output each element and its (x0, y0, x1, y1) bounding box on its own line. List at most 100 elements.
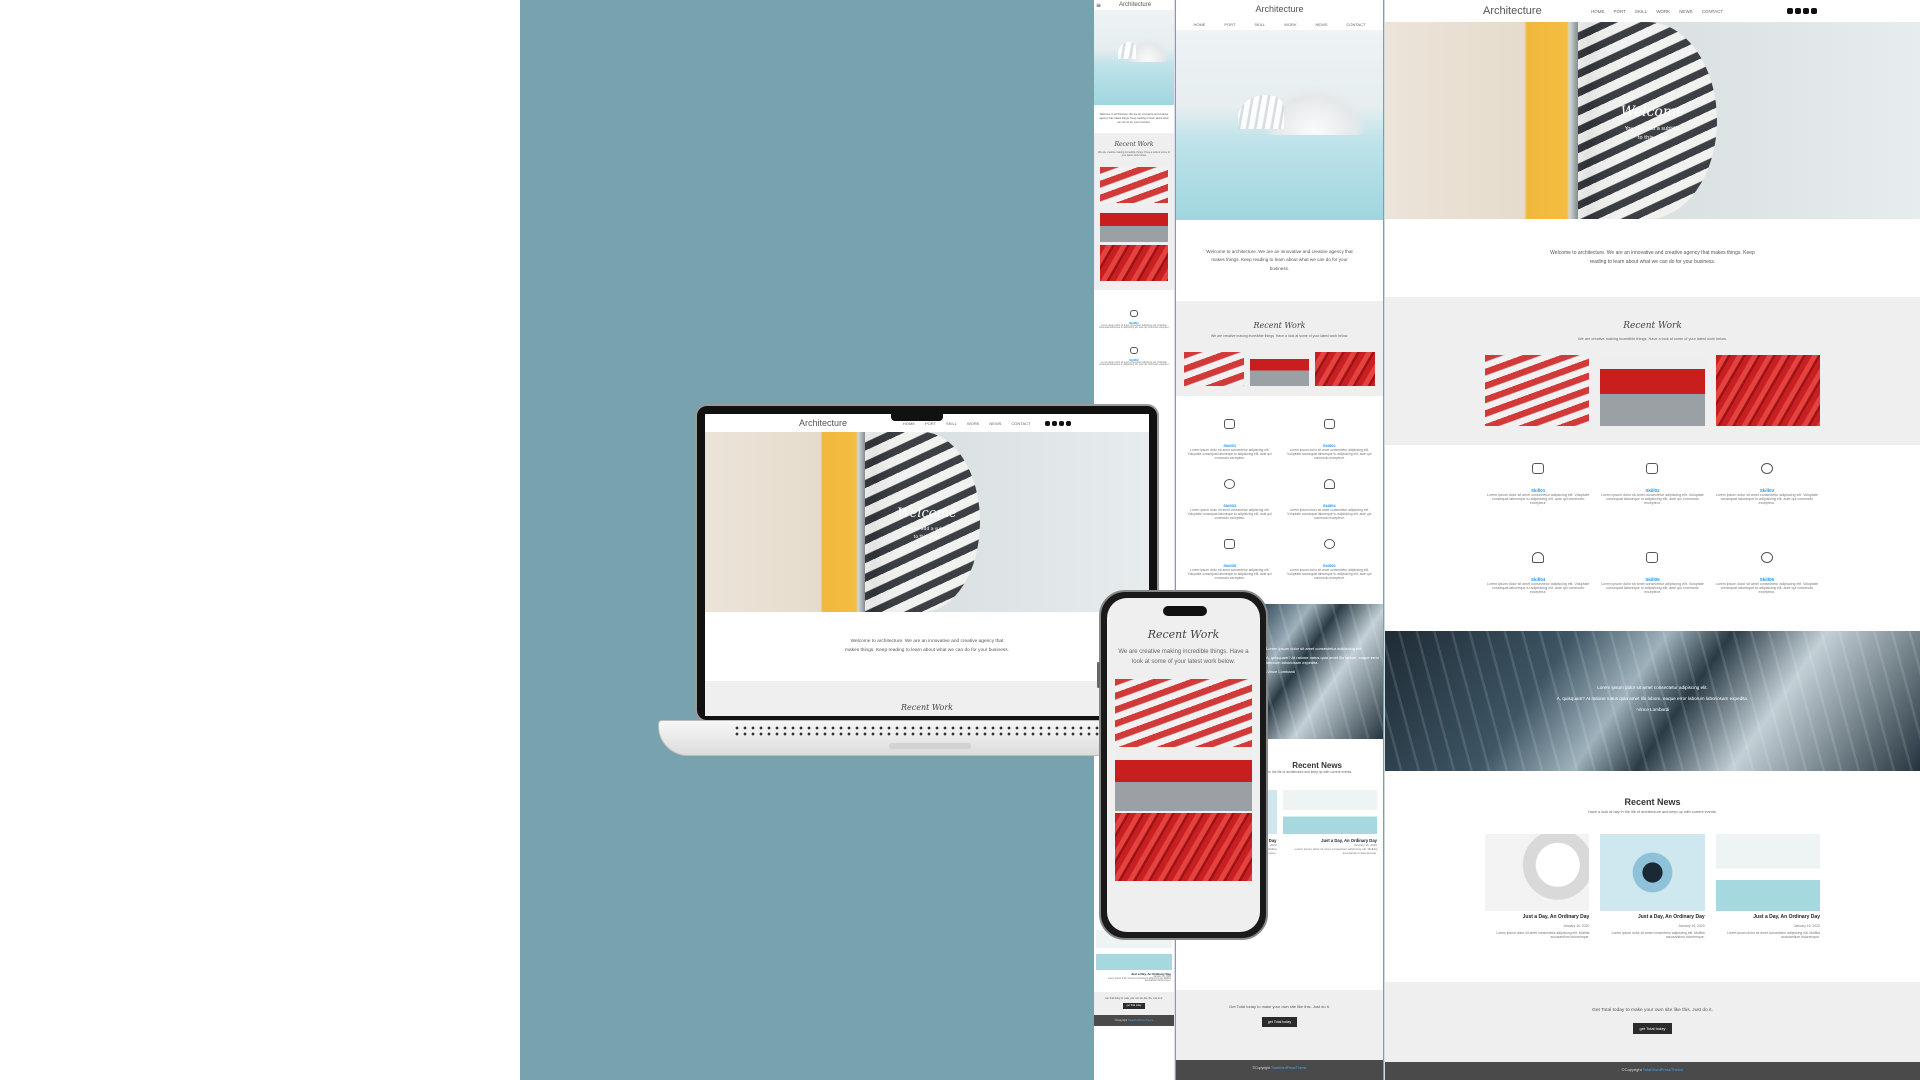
work-thumbnail[interactable] (1100, 205, 1168, 242)
news-date: January 16, 2020 (1563, 924, 1590, 928)
quote-line-2: A, quisquam? At ratione natus quia amet … (1266, 654, 1380, 665)
news-thumbnail[interactable] (1600, 834, 1705, 911)
nav-contact[interactable]: CONTACT (1011, 421, 1030, 426)
skill-item: Skill06 Lorem ipsum dolor sit amet consec… (1714, 548, 1820, 617)
welcome-text: Welcome to architecture. We are an innov… (1550, 250, 1755, 265)
cta-text: Get Total today to make your own site li… (1592, 1008, 1713, 1013)
recent-work-subtitle: We are creative making incredible things… (1098, 150, 1170, 157)
recent-work-subtitle: We are creative making incredible things… (1578, 337, 1727, 341)
work-thumbnail[interactable] (1715, 355, 1820, 426)
cta-button[interactable]: get Total today (1632, 1023, 1673, 1034)
nav-port[interactable]: PORT (1224, 22, 1235, 27)
news-excerpt: Lorem ipsum dolor sit amet consectetur a… (1726, 931, 1820, 939)
social-links (1045, 420, 1071, 426)
skill-description: Lorem ipsum dolor sit amet consectetur a… (1715, 493, 1819, 505)
work-thumbnail[interactable] (1249, 351, 1310, 386)
facebook-icon[interactable] (1795, 8, 1801, 14)
nav-news[interactable]: NEWS (1316, 22, 1328, 27)
hero-subtitle-2: to this page (1637, 135, 1668, 141)
skill-item: Skill03 Lorem ipsum dolor sit amet consec… (1714, 459, 1820, 528)
footer: ©Copyright TotalWordPressTheme (1385, 1062, 1920, 1080)
nav-work[interactable]: WORK (1656, 9, 1670, 14)
brand-logo[interactable]: Architecture (1119, 2, 1151, 8)
brand-logo[interactable]: Architecture (1255, 4, 1303, 14)
news-thumbnail[interactable] (1282, 789, 1377, 834)
recent-news-title: Recent News (1624, 797, 1681, 807)
twitter-icon[interactable] (1045, 420, 1050, 426)
recent-work-title: Recent Work (1147, 628, 1220, 641)
hero-subtitle: You can add a subtitle (1624, 126, 1681, 132)
work-thumbnail[interactable] (1115, 679, 1252, 748)
nav-contact[interactable]: CONTACT (1702, 9, 1723, 14)
nav-work[interactable]: WORK (967, 421, 979, 426)
news-thumbnail[interactable] (1485, 834, 1590, 911)
nav-contact[interactable]: CONTACT (1346, 22, 1365, 27)
skill-description: Lorem ipsum dolor sit amet consectetur a… (1098, 324, 1170, 329)
work-thumbnail[interactable] (1100, 166, 1168, 203)
nav-skill[interactable]: SKILL (946, 421, 957, 426)
youtube-icon[interactable] (1811, 8, 1817, 14)
footer-copyright: ©Copyright (1114, 1019, 1128, 1022)
footer: ©Copyright TotalWordPressTheme (1176, 1060, 1383, 1080)
skill-item: Skill01 Lorem ipsum dolor sit amet consec… (1485, 459, 1591, 528)
skill-item: Skill05 Lorem ipsum dolor sit amet consec… (1599, 548, 1705, 617)
quote-section: Lorem ipsum dolor sit amet consectetur a… (1385, 631, 1920, 771)
brand-logo[interactable]: Architecture (799, 418, 897, 428)
news-thumbnail[interactable] (1715, 834, 1820, 911)
news-title[interactable]: Just a Day, An Ordinary Day (1485, 914, 1590, 920)
footer-link[interactable]: TotalWordPressTheme (1271, 1066, 1307, 1070)
skill-description: Lorem ipsum dolor sit amet consectetur a… (1287, 507, 1372, 520)
news-title[interactable]: Just a Day, An Ordinary Day (1716, 914, 1820, 920)
skill-item: Skill01 Lorem ipsum dolor sit amet conse… (1097, 302, 1171, 329)
nav-port[interactable]: PORT (925, 421, 936, 426)
recent-work-title: Recent Work (900, 703, 954, 713)
work-thumbnail[interactable] (1115, 747, 1252, 812)
cta-button[interactable]: get Total today (1122, 1003, 1146, 1009)
footer-link[interactable]: TotalWordPressTheme (1643, 1067, 1684, 1072)
instagram-icon[interactable] (1059, 420, 1064, 426)
sliders-icon (1323, 418, 1335, 429)
work-thumbnail[interactable] (1485, 355, 1590, 426)
recent-work-subtitle: We are creative making incredible things… (1210, 333, 1349, 338)
nav-home[interactable]: HOME (903, 421, 915, 426)
skill-item: Skill02 Lorem ipsum dolor sit amet consec… (1599, 459, 1705, 528)
skill-description: Lorem ipsum dolor sit amet consectetur a… (1486, 493, 1590, 505)
nav-work[interactable]: WORK (1284, 22, 1296, 27)
headphones-icon (1532, 552, 1545, 563)
skill-description: Lorem ipsum dolor sit amet consectetur a… (1486, 582, 1590, 594)
gear-icon (1224, 478, 1236, 489)
quote-author: -Vince Lombardi (1635, 707, 1670, 712)
brand-logo[interactable]: Architecture (1483, 5, 1583, 17)
work-thumbnail[interactable] (1100, 244, 1168, 281)
instagram-icon[interactable] (1803, 8, 1809, 14)
quote-line-1: Lorem ipsum dolor sit amet consectetur a… (1597, 685, 1708, 690)
nav-home[interactable]: HOME (1193, 22, 1205, 27)
news-card: Just a Day, An Ordinary Day January 16, … (1094, 970, 1174, 984)
news-card: Just a Day, An Ordinary Day January 16, … (1485, 834, 1590, 939)
nav-news[interactable]: NEWS (989, 421, 1001, 426)
footer-copyright: ©Copyright (1621, 1067, 1642, 1072)
facebook-icon[interactable] (1052, 420, 1057, 426)
hero-title: Welcome (897, 506, 957, 521)
hamburger-icon[interactable]: ≡ (1096, 2, 1101, 9)
chart-icon (1224, 418, 1236, 429)
nav-skill[interactable]: SKILL (1635, 9, 1647, 14)
twitter-icon[interactable] (1787, 8, 1793, 14)
news-title[interactable]: Just a Day, An Ordinary Day (1600, 914, 1705, 920)
nav-skill[interactable]: SKILL (1254, 22, 1265, 27)
cta-button[interactable]: get Total today (1261, 1017, 1298, 1027)
welcome-text: Welcome to architecture. We are an innov… (1206, 249, 1353, 271)
cta-text: Get Total today to make your own site li… (1105, 998, 1163, 1000)
skill-item: Skill02 Lorem ipsum dolor sit amet conse… (1097, 339, 1171, 366)
skill-item: Skill02 Lorem ipsum dolor sit amet consec… (1284, 414, 1376, 460)
nav-news[interactable]: NEWS (1679, 9, 1693, 14)
work-thumbnail[interactable] (1115, 813, 1252, 882)
nav-home[interactable]: HOME (1591, 9, 1605, 14)
footer-link[interactable]: TotalWordPressTheme (1128, 1019, 1153, 1022)
youtube-icon[interactable] (1066, 420, 1071, 426)
nav-port[interactable]: PORT (1614, 9, 1626, 14)
work-thumbnail[interactable] (1600, 355, 1705, 426)
work-thumbnail[interactable] (1315, 351, 1376, 386)
skill-description: Lorem ipsum dolor sit amet consectetur a… (1287, 567, 1372, 580)
work-thumbnail[interactable] (1184, 351, 1244, 386)
